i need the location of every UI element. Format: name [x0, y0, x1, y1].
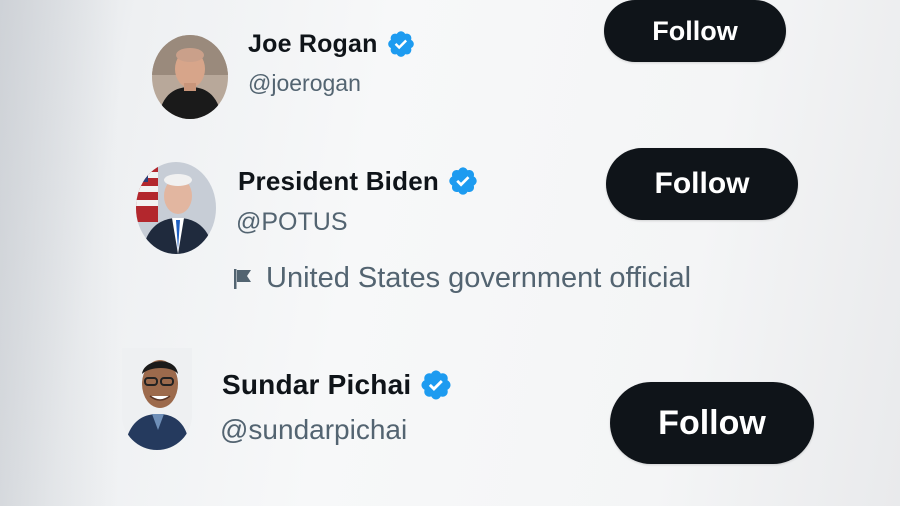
verified-badge-icon [447, 165, 479, 197]
verified-badge-icon [419, 368, 453, 402]
avatar[interactable] [122, 348, 192, 450]
avatar[interactable] [152, 35, 228, 119]
follow-button[interactable]: Follow [606, 148, 798, 220]
government-label-text: United States government official [266, 262, 692, 294]
government-label: United States government official [232, 262, 691, 295]
account-name-text: Sundar Pichai [222, 369, 412, 400]
account-name[interactable]: President Biden [238, 162, 479, 200]
account-name-text: Joe Rogan [248, 29, 378, 58]
follow-button[interactable]: Follow [604, 0, 786, 62]
who-to-follow-list: Joe Rogan @joerogan Follow President Bid… [0, 0, 900, 506]
account-name-text: President Biden [238, 165, 439, 196]
account-handle[interactable]: @joerogan [248, 70, 361, 97]
account-name[interactable]: Sundar Pichai [222, 364, 453, 406]
avatar[interactable] [136, 162, 216, 254]
account-row-president-biden[interactable]: President Biden @POTUS United States gov… [0, 140, 900, 320]
account-handle[interactable]: @POTUS [236, 208, 348, 237]
verified-badge-icon [386, 29, 416, 59]
account-row-joe-rogan[interactable]: Joe Rogan @joerogan Follow [0, 0, 900, 130]
account-row-sundar-pichai[interactable]: Sundar Pichai @sundarpichai Follow [0, 340, 900, 506]
follow-button[interactable]: Follow [610, 382, 814, 464]
account-name[interactable]: Joe Rogan [248, 26, 416, 62]
account-handle[interactable]: @sundarpichai [220, 414, 407, 446]
flag-icon [232, 267, 254, 291]
